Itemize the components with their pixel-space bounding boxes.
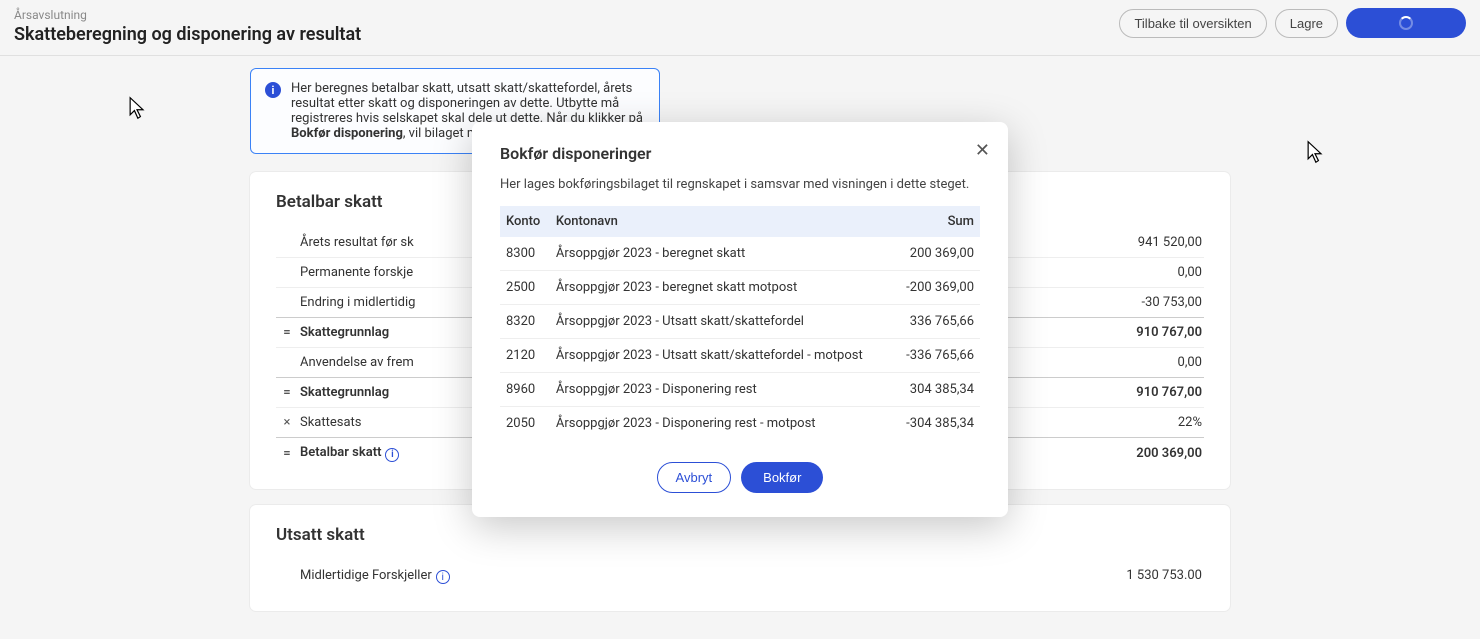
cell-kontonavn: Årsoppgjør 2023 - beregnet skatt <box>550 237 894 271</box>
cancel-button[interactable]: Avbryt <box>657 462 732 493</box>
cell-sum: 304 385,34 <box>894 373 980 407</box>
col-konto: Konto <box>500 206 550 237</box>
table-row: 2050Årsoppgjør 2023 - Disponering rest -… <box>500 407 980 441</box>
cell-konto: 8960 <box>500 373 550 407</box>
col-kontonavn: Kontonavn <box>550 206 894 237</box>
modal-title: Bokfør disponeringer <box>500 144 980 163</box>
cell-konto: 2500 <box>500 271 550 305</box>
close-icon[interactable]: ✕ <box>975 140 990 161</box>
confirm-bokfor-button[interactable]: Bokfør <box>741 462 823 493</box>
cell-konto: 2120 <box>500 339 550 373</box>
bokfor-disponeringer-modal: Bokfør disponeringer ✕ Her lages bokføri… <box>472 122 1008 517</box>
cell-konto: 8320 <box>500 305 550 339</box>
col-sum: Sum <box>894 206 980 237</box>
cell-kontonavn: Årsoppgjør 2023 - Utsatt skatt/skattefor… <box>550 305 894 339</box>
table-row: 8300Årsoppgjør 2023 - beregnet skatt200 … <box>500 237 980 271</box>
modal-overlay: Bokfør disponeringer ✕ Her lages bokføri… <box>0 0 1480 575</box>
modal-table: Konto Kontonavn Sum 8300Årsoppgjør 2023 … <box>500 206 980 440</box>
cell-sum: 200 369,00 <box>894 237 980 271</box>
cell-sum: 336 765,66 <box>894 305 980 339</box>
cell-sum: -336 765,66 <box>894 339 980 373</box>
table-row: 2120Årsoppgjør 2023 - Utsatt skatt/skatt… <box>500 339 980 373</box>
cell-sum: -200 369,00 <box>894 271 980 305</box>
cell-kontonavn: Årsoppgjør 2023 - Disponering rest - mot… <box>550 407 894 441</box>
modal-description: Her lages bokføringsbilaget til regnskap… <box>500 177 980 192</box>
cell-kontonavn: Årsoppgjør 2023 - Utsatt skatt/skattefor… <box>550 339 894 373</box>
table-row: 2500Årsoppgjør 2023 - beregnet skatt mot… <box>500 271 980 305</box>
cell-sum: -304 385,34 <box>894 407 980 441</box>
cell-kontonavn: Årsoppgjør 2023 - beregnet skatt motpost <box>550 271 894 305</box>
table-row: 8320Årsoppgjør 2023 - Utsatt skatt/skatt… <box>500 305 980 339</box>
table-row: 8960Årsoppgjør 2023 - Disponering rest30… <box>500 373 980 407</box>
cell-konto: 2050 <box>500 407 550 441</box>
cell-kontonavn: Årsoppgjør 2023 - Disponering rest <box>550 373 894 407</box>
cell-konto: 8300 <box>500 237 550 271</box>
